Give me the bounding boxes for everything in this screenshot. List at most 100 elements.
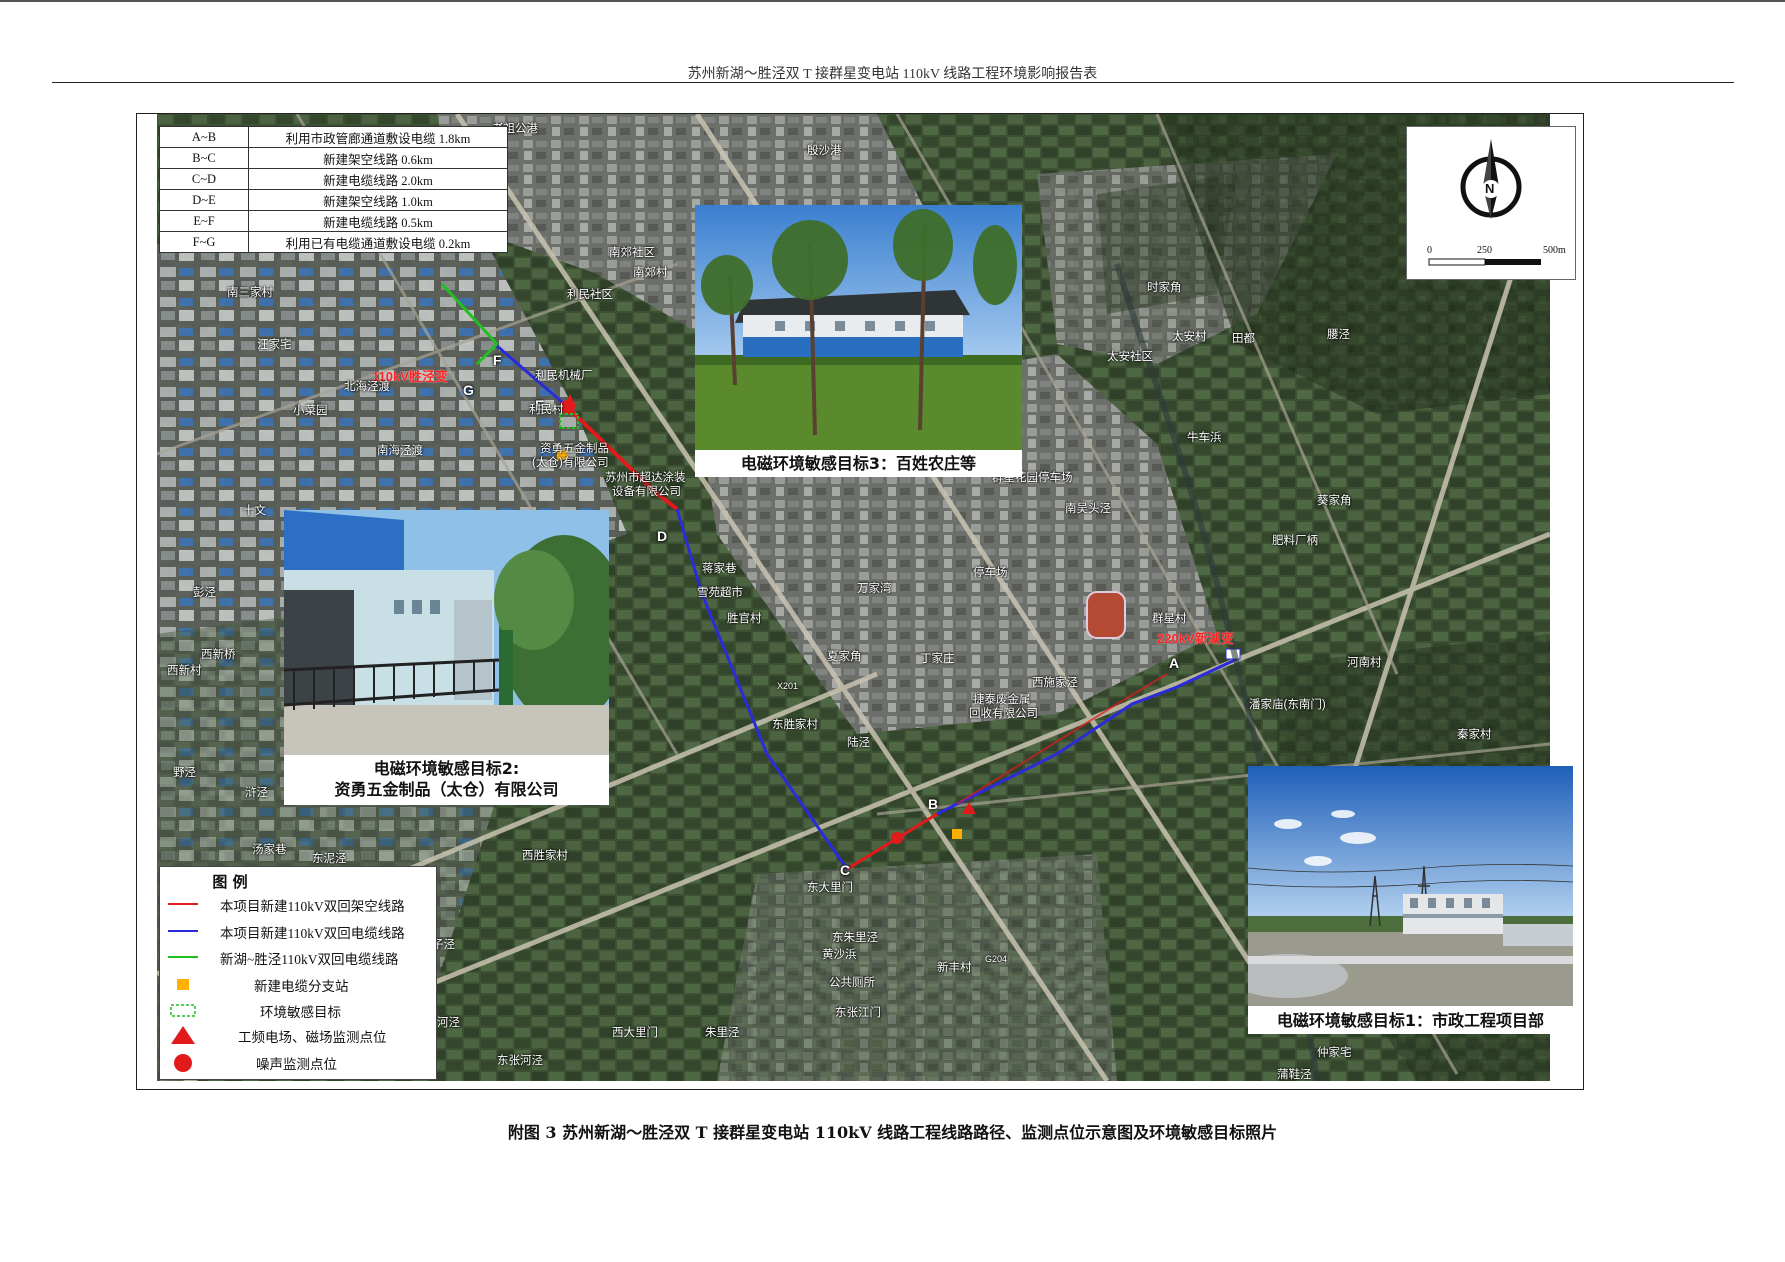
sensitive-target-2-caption: 电磁环境敏感目标2: 资勇五金制品（太仓）有限公司 xyxy=(284,755,609,805)
place-label: 丁家庄 xyxy=(920,653,955,665)
place-label: 万家湾 xyxy=(857,583,892,595)
place-label: 东大里门 xyxy=(807,882,853,894)
place-label: 胜官村 xyxy=(727,613,762,625)
segment-desc: 新建架空线路 0.6km xyxy=(248,147,508,169)
legend-item-label: 环境敏感目标 xyxy=(260,1005,341,1020)
place-label: 群星村 xyxy=(1152,613,1187,625)
legend-item: 本项目新建110kV双回电缆线路 xyxy=(160,919,436,943)
place-label: 汪家宅 xyxy=(257,339,292,351)
sensitive-target-1-caption: 电磁环境敏感目标1：市政工程项目部 xyxy=(1248,1006,1573,1034)
segment-code: D~E xyxy=(159,189,249,211)
place-label: 腰泾 xyxy=(1327,329,1350,341)
map-legend: 图 例 本项目新建110kV双回架空线路 本项目新建110kV双回电缆线路 新湖… xyxy=(159,866,437,1080)
place-label: 蒋家巷 xyxy=(702,563,737,575)
segment-desc: 新建架空线路 1.0km xyxy=(248,189,508,211)
place-label: 黄沙浜 xyxy=(822,949,857,961)
place-label: 牛车浜 xyxy=(1187,432,1222,444)
place-label: 蒲鞋泾 xyxy=(1277,1069,1312,1081)
red-circle-icon xyxy=(174,1054,192,1072)
legend-item: 工频电场、磁场监测点位 xyxy=(160,1023,436,1047)
point-c-label: C xyxy=(840,862,851,878)
place-label: 殷沙港 xyxy=(807,145,842,157)
place-label: 南海泾渡 xyxy=(377,445,423,457)
orange-square-icon xyxy=(177,979,189,990)
table-row: D~E 新建架空线路 1.0km xyxy=(159,189,508,211)
top-border xyxy=(0,0,1785,2)
north-arrow-panel: N 0 250 500m xyxy=(1406,126,1576,280)
north-letter: N xyxy=(1485,181,1495,196)
legend-item: 环境敏感目标 xyxy=(160,998,436,1022)
place-label: 秦家村 xyxy=(1457,729,1492,741)
red-line-icon xyxy=(168,903,198,905)
place-label: 西胜家村 xyxy=(522,850,568,862)
place-label: 西新桥 xyxy=(201,649,236,661)
place-label: 小菜园 xyxy=(293,405,328,417)
table-row: A~B 利用市政管廊通道敷设电缆 1.8km xyxy=(159,126,508,148)
segment-code: C~D xyxy=(159,168,249,190)
scale-label: 250 xyxy=(1477,245,1492,256)
segment-desc: 新建电缆线路 0.5km xyxy=(248,210,508,232)
legend-item-label: 新建电缆分支站 xyxy=(254,979,349,994)
place-label: 设备有限公司 xyxy=(612,486,681,498)
place-label: 雪苑超市 xyxy=(697,587,743,599)
place-label: 南郊村 xyxy=(633,267,668,279)
segment-desc: 利用已有电缆通道敷设电缆 0.2km xyxy=(248,231,508,253)
sensitive-target-1-photo[interactable] xyxy=(1248,766,1573,1006)
header-rule xyxy=(52,82,1734,83)
place-label: 十文 xyxy=(243,505,266,517)
place-label: 陆泾 xyxy=(847,737,870,749)
report-header: 苏州新湖～胜泾双 T 接群星变电站 110kV 线路工程环境影响报告表 xyxy=(687,67,1098,82)
table-row: F~G 利用已有电缆通道敷设电缆 0.2km xyxy=(159,231,508,253)
table-row: C~D 新建电缆线路 2.0km xyxy=(159,168,508,190)
place-label: 汤家巷 xyxy=(252,844,287,856)
legend-item: 新湖~胜泾110kV双回电缆线路 xyxy=(160,945,436,969)
place-label: 东朱里泾 xyxy=(832,932,878,944)
segment-code: F~G xyxy=(159,231,249,253)
place-label: 西施家泾 xyxy=(1032,677,1078,689)
legend-item-label: 工频电场、磁场监测点位 xyxy=(238,1030,387,1045)
place-label: 利民机械厂 xyxy=(535,370,593,382)
caption-line: 电磁环境敏感目标2: xyxy=(373,759,520,778)
place-label: 太安社区 xyxy=(1107,351,1153,363)
place-label: 河南村 xyxy=(1347,657,1382,669)
segment-desc: 利用市政管廊通道敷设电缆 1.8km xyxy=(248,126,508,148)
segment-code: B~C xyxy=(159,147,249,169)
compass-icon xyxy=(1428,139,1541,266)
factory-photo xyxy=(284,510,609,755)
sensitive-target-2-photo[interactable] xyxy=(284,510,609,755)
figure-caption: 附图 3 苏州新湖～胜泾双 T 接群星变电站 110kV 线路工程线路路径、监测… xyxy=(507,1123,1278,1142)
place-label: 葵家角 xyxy=(1317,495,1352,507)
place-label: 仲家宅 xyxy=(1317,1047,1352,1059)
place-label: 潘家庙(东南门) xyxy=(1249,699,1326,711)
place-label: 浒泾 xyxy=(245,787,268,799)
place-label: 西新村 xyxy=(167,665,202,677)
blue-line-icon xyxy=(168,930,198,932)
place-label: 停车场 xyxy=(973,567,1008,579)
point-b-label: B xyxy=(928,796,939,812)
place-label: 新丰村 xyxy=(937,962,972,974)
place-label: 东胜家村 xyxy=(772,719,818,731)
substation-220-label: 220kV新湖变 xyxy=(1157,631,1234,646)
place-label: 肥料厂柄 xyxy=(1272,535,1318,547)
place-label: 东泥泾 xyxy=(312,853,347,865)
sensitive-target-3-photo[interactable] xyxy=(695,205,1022,450)
legend-title: 图 例 xyxy=(212,873,248,891)
place-label: 夏家角 xyxy=(827,651,862,663)
place-label: 时家角 xyxy=(1147,282,1182,294)
point-d-label: D xyxy=(657,528,668,544)
place-label: 太安村 xyxy=(1172,331,1207,343)
place-label: 利民社区 xyxy=(567,289,613,301)
place-label: (太仓)有限公司 xyxy=(532,457,609,469)
place-label: 回收有限公司 xyxy=(969,708,1038,720)
table-row: E~F 新建电缆线路 0.5km xyxy=(159,210,508,232)
place-label: 南三家村 xyxy=(227,287,273,299)
legend-item: 本项目新建110kV双回架空线路 xyxy=(160,892,436,916)
caption-line: 资勇五金制品（太仓）有限公司 xyxy=(334,780,559,799)
place-label: 东张江门 xyxy=(835,1007,881,1019)
green-line-icon xyxy=(168,956,198,958)
place-label: 北海泾渡 xyxy=(344,381,390,393)
place-label: 公共厕所 xyxy=(829,977,875,989)
sensitive-target-3-caption: 电磁环境敏感目标3：百姓农庄等 xyxy=(695,450,1022,477)
segment-code: E~F xyxy=(159,210,249,232)
legend-item-label: 噪声监测点位 xyxy=(256,1057,337,1072)
